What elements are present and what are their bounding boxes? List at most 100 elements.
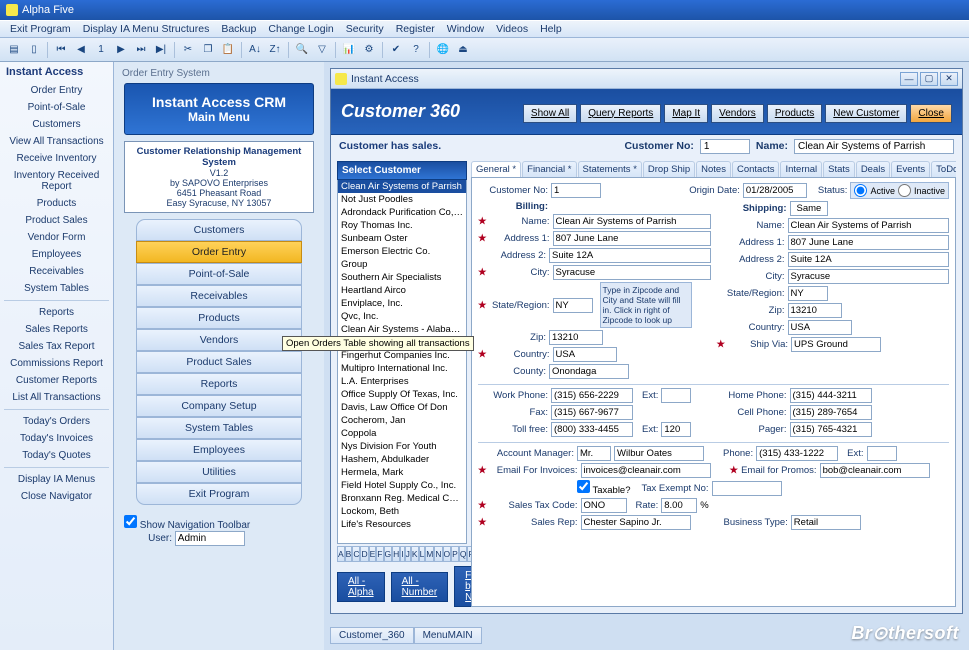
sidebar-item[interactable]: Today's Quotes	[0, 447, 113, 464]
tb-open-icon[interactable]: ▯	[24, 41, 44, 59]
bill-city[interactable]	[553, 265, 711, 280]
tab[interactable]: Notes	[696, 161, 731, 177]
menu-item[interactable]: Window	[441, 21, 490, 37]
alpha-button[interactable]: E	[369, 546, 377, 562]
tax-code[interactable]	[581, 498, 627, 513]
ship-state[interactable]	[788, 286, 828, 301]
ship-addr2[interactable]	[788, 252, 950, 267]
bill-addr1[interactable]	[553, 231, 711, 246]
sidebar-item[interactable]: Today's Orders	[0, 413, 113, 430]
tollfree[interactable]	[551, 422, 633, 437]
list-item[interactable]: Office Supply Of Texas, Inc.	[338, 388, 466, 401]
tb-sort-asc-icon[interactable]: A↓	[245, 41, 265, 59]
ext1[interactable]	[661, 388, 691, 403]
tab[interactable]: Internal	[780, 161, 822, 177]
alpha-button[interactable]: N	[434, 546, 442, 562]
tb-find-icon[interactable]: 🔍	[292, 41, 312, 59]
alpha-button[interactable]: H	[392, 546, 400, 562]
list-item[interactable]: Group	[338, 258, 466, 271]
header-button[interactable]: Products	[767, 104, 822, 123]
nav-button[interactable]: Customers	[136, 219, 302, 241]
list-item[interactable]: Clean Air Systems of Parrish	[338, 180, 466, 193]
list-item[interactable]: Southern Air Specialists	[338, 271, 466, 284]
tb-goto-icon[interactable]: 1	[91, 41, 111, 59]
pager[interactable]	[790, 422, 872, 437]
alpha-button[interactable]: A	[337, 546, 345, 562]
close-button[interactable]: ✕	[940, 72, 958, 86]
sidebar-item[interactable]: Reports	[0, 304, 113, 321]
alpha-button[interactable]: B	[345, 546, 353, 562]
tb-chart-icon[interactable]: 📊	[339, 41, 359, 59]
maximize-button[interactable]: ▢	[920, 72, 938, 86]
show-nav-checkbox[interactable]: Show Navigation Toolbar	[124, 520, 250, 531]
minimize-button[interactable]: —	[900, 72, 918, 86]
ship-zip[interactable]	[788, 303, 842, 318]
nav-button[interactable]: System Tables	[136, 417, 302, 439]
tab[interactable]: Financial *	[522, 161, 576, 177]
sidebar-item[interactable]: System Tables	[0, 280, 113, 297]
footer-tabs[interactable]: Customer_360 MenuMAIN	[330, 627, 482, 644]
menu-item[interactable]: Display IA Menu Structures	[77, 21, 216, 37]
tb-prev-icon[interactable]: ◀	[71, 41, 91, 59]
header-button[interactable]: Vendors	[711, 104, 764, 123]
nav-button[interactable]: Reports	[136, 373, 302, 395]
sidebar-item[interactable]: List All Transactions	[0, 389, 113, 406]
nav-button[interactable]: Vendors	[136, 329, 302, 351]
email-invoices[interactable]	[581, 463, 711, 478]
list-item[interactable]: Qvc, Inc.	[338, 310, 466, 323]
header-button[interactable]: Close	[910, 104, 952, 123]
sidebar-item[interactable]: View All Transactions	[0, 133, 113, 150]
sidebar-item[interactable]: Product Sales	[0, 212, 113, 229]
tab[interactable]: Drop Ship	[643, 161, 695, 177]
sidebar-item[interactable]: Sales Tax Report	[0, 338, 113, 355]
list-item[interactable]: Lockom, Beth	[338, 505, 466, 518]
sidebar-item[interactable]: Close Navigator	[0, 488, 113, 505]
menu-item[interactable]: Exit Program	[4, 21, 77, 37]
list-item[interactable]: Life's Resources	[338, 518, 466, 531]
nav-button[interactable]: Point-of-Sale	[136, 263, 302, 285]
ship-name[interactable]	[788, 218, 950, 233]
nav-button[interactable]: Company Setup	[136, 395, 302, 417]
bill-state[interactable]	[553, 298, 593, 313]
nav-button[interactable]: Employees	[136, 439, 302, 461]
tb-alpha-icon[interactable]: ▶|	[151, 41, 171, 59]
tab[interactable]: Stats	[823, 161, 855, 177]
tb-cut-icon[interactable]: ✂	[178, 41, 198, 59]
ship-addr1[interactable]	[788, 235, 950, 250]
tab[interactable]: Statements *	[578, 161, 642, 177]
list-item[interactable]: Hashem, Abdulkader	[338, 453, 466, 466]
tax-rate[interactable]	[661, 498, 697, 513]
alpha-button[interactable]: D	[360, 546, 368, 562]
sidebar-item[interactable]: Employees	[0, 246, 113, 263]
customer-no-input[interactable]	[551, 183, 601, 198]
nav-button[interactable]: Product Sales	[136, 351, 302, 373]
tb-check-icon[interactable]: ✔	[386, 41, 406, 59]
sales-rep[interactable]	[581, 515, 691, 530]
sidebar-item[interactable]: Inventory Received Report	[0, 167, 113, 195]
tb-copy-icon[interactable]: ❐	[198, 41, 218, 59]
nav-button[interactable]: Utilities	[136, 461, 302, 483]
list-item[interactable]: Field Hotel Supply Co., Inc.	[338, 479, 466, 492]
ship-city[interactable]	[788, 269, 950, 284]
list-item[interactable]: Hermela, Mark	[338, 466, 466, 479]
user-field[interactable]	[175, 531, 245, 546]
tb-first-icon[interactable]: ⏮	[51, 41, 71, 59]
nav-button[interactable]: Receivables	[136, 285, 302, 307]
list-item[interactable]: Emerson Electric Co.	[338, 245, 466, 258]
bill-country[interactable]	[553, 347, 617, 362]
list-item[interactable]: Roy Thomas Inc.	[338, 219, 466, 232]
tb-link-icon[interactable]: ⚙	[359, 41, 379, 59]
ship-country[interactable]	[788, 320, 852, 335]
sidebar-item[interactable]: Order Entry	[0, 82, 113, 99]
list-item[interactable]: Sunbeam Oster	[338, 232, 466, 245]
list-item[interactable]: Heartland Airco	[338, 284, 466, 297]
list-item[interactable]: L.A. Enterprises	[338, 375, 466, 388]
sidebar-item[interactable]: Commissions Report	[0, 355, 113, 372]
ship-via[interactable]	[791, 337, 881, 352]
bill-addr2[interactable]	[549, 248, 711, 263]
tb-filter-icon[interactable]: ▽	[312, 41, 332, 59]
tb-next-icon[interactable]: ▶	[111, 41, 131, 59]
tb-sort-desc-icon[interactable]: Z↑	[265, 41, 285, 59]
name-display[interactable]	[794, 139, 954, 154]
list-item[interactable]: Adrondack Purification Co,Inc	[338, 206, 466, 219]
